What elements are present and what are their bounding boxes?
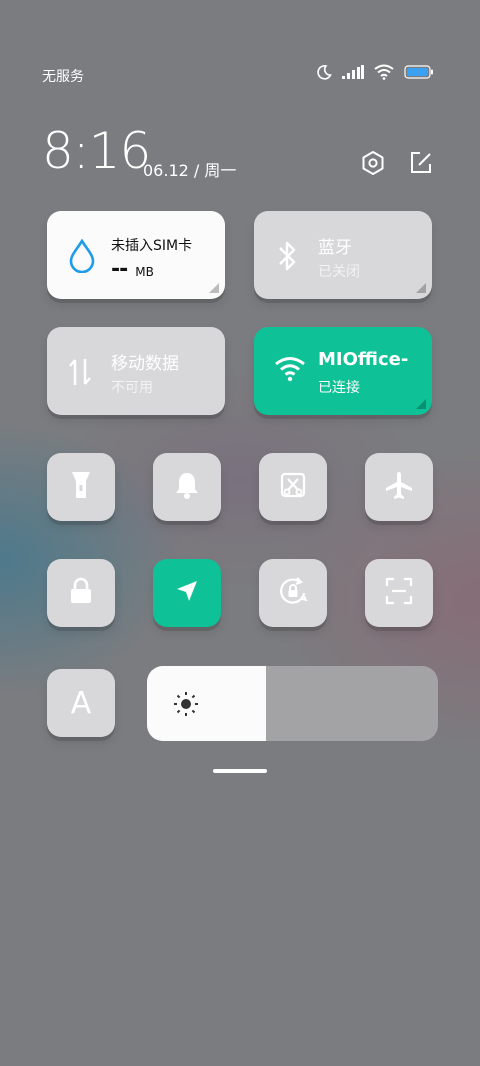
mobile-data-tile[interactable]: 移动数据 不可用	[47, 327, 225, 415]
location-toggle[interactable]	[153, 559, 221, 627]
carrier-label: 无服务	[42, 69, 84, 85]
settings-icon[interactable]	[360, 150, 386, 176]
expand-corner-icon	[209, 283, 219, 293]
lock-screen-toggle[interactable]	[47, 559, 115, 627]
location-icon	[173, 577, 201, 609]
mobile-data-icon	[67, 355, 93, 393]
scan-icon	[384, 576, 414, 610]
clock: 8:16	[42, 122, 151, 180]
font-size-label: A	[70, 685, 92, 721]
wifi-status: 已连接	[318, 380, 360, 396]
expand-corner-icon	[416, 283, 426, 293]
wifi-status-icon	[374, 64, 394, 80]
home-indicator[interactable]	[213, 769, 267, 773]
bluetooth-title: 蓝牙	[318, 238, 352, 258]
status-bar: 无服务	[0, 60, 480, 92]
sun-icon	[173, 691, 199, 721]
bluetooth-tile[interactable]: 蓝牙 已关闭	[254, 211, 432, 299]
mobile-data-title: 移动数据	[111, 354, 179, 374]
airplane-toggle[interactable]	[365, 453, 433, 521]
expand-corner-icon	[416, 399, 426, 409]
airplane-icon	[384, 470, 414, 504]
brightness-fill	[147, 666, 266, 741]
scanner-toggle[interactable]	[365, 559, 433, 627]
rotation-lock-icon	[277, 575, 309, 611]
sim-status-label: 未插入SIM卡	[111, 238, 193, 254]
wifi-icon	[274, 355, 306, 387]
screenshot-icon	[278, 470, 308, 504]
bluetooth-icon	[274, 239, 300, 277]
font-size-toggle[interactable]: A	[47, 669, 115, 737]
flashlight-toggle[interactable]	[47, 453, 115, 521]
rotation-lock-toggle[interactable]	[259, 559, 327, 627]
screenshot-toggle[interactable]	[259, 453, 327, 521]
bell-icon	[173, 470, 201, 504]
mobile-data-usage-tile[interactable]: 未插入SIM卡 -- MB	[47, 211, 225, 299]
moon-icon	[316, 64, 332, 80]
lock-icon	[68, 577, 94, 609]
date-label: 06.12 / 周一	[143, 161, 237, 180]
data-usage-unit: MB	[135, 265, 154, 279]
brightness-slider[interactable]	[147, 666, 438, 741]
mobile-data-status: 不可用	[111, 380, 153, 396]
signal-icon	[342, 65, 364, 79]
wifi-network-name: MIOffice-	[318, 349, 409, 370]
bluetooth-status: 已关闭	[318, 264, 360, 280]
sound-toggle[interactable]	[153, 453, 221, 521]
edit-icon[interactable]	[408, 150, 434, 176]
flashlight-icon	[67, 470, 95, 504]
wifi-tile[interactable]: MIOffice- 已连接	[254, 327, 432, 415]
water-drop-icon	[67, 238, 97, 277]
data-usage-value: --	[111, 257, 128, 282]
battery-icon	[404, 65, 434, 79]
